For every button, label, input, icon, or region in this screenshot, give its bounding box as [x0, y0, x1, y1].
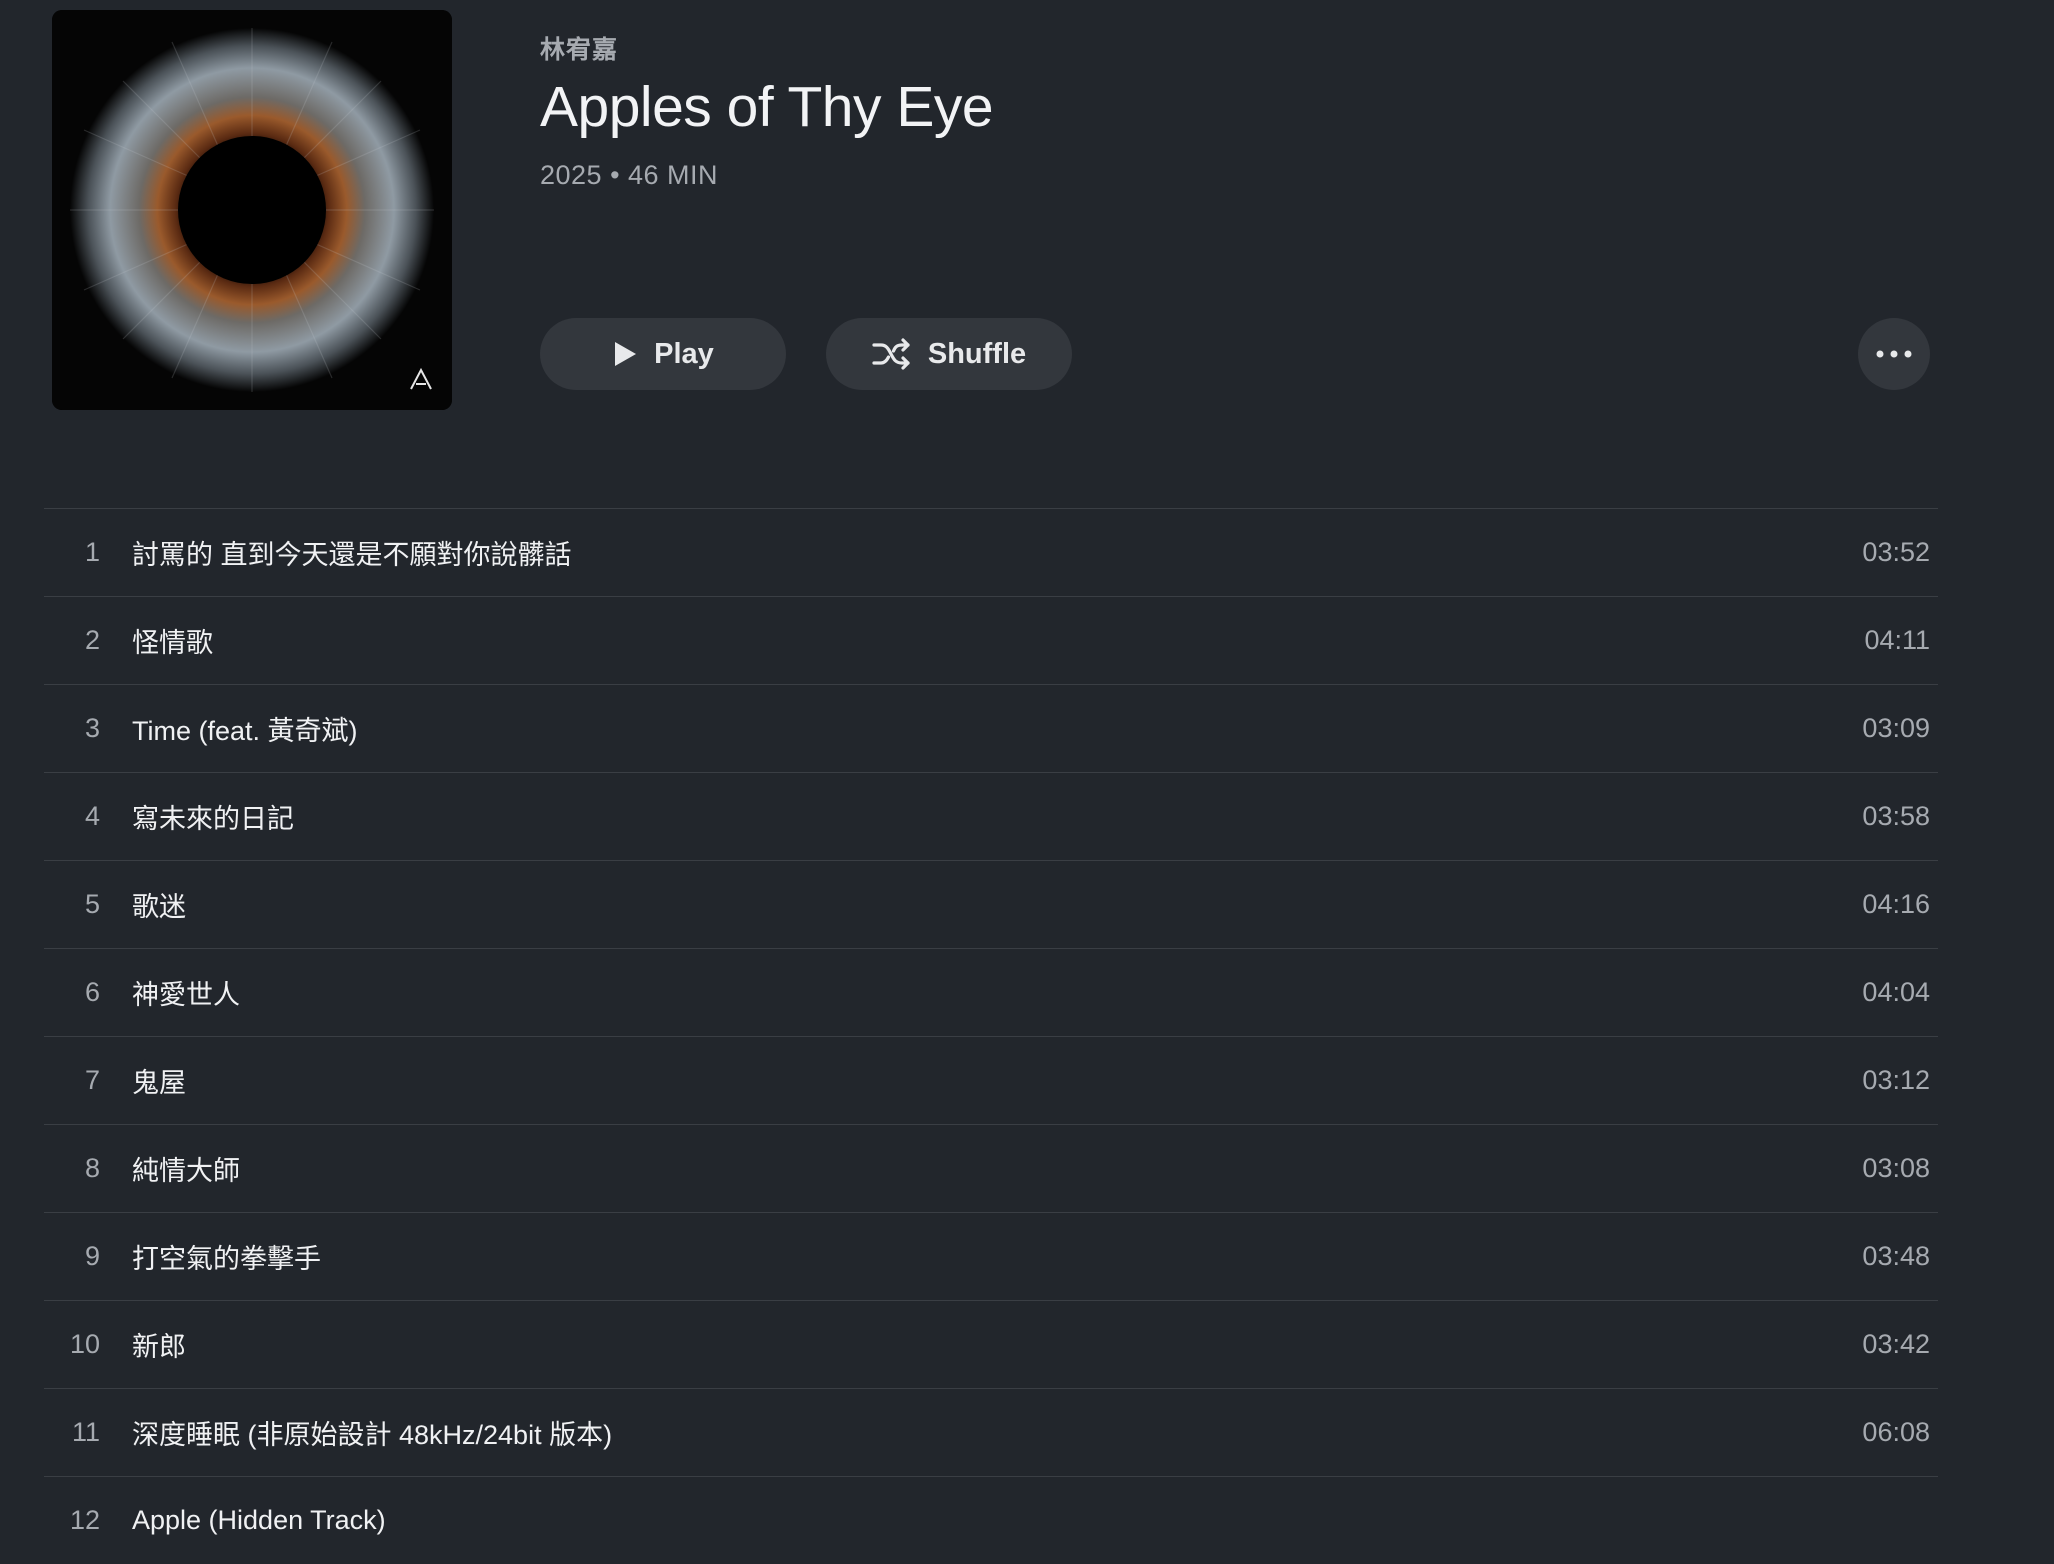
track-number: 5	[84, 889, 100, 919]
track-duration: 04:11	[1864, 625, 1930, 655]
track-title: Apple (Hidden Track)	[132, 1505, 386, 1535]
ellipsis-icon	[1876, 350, 1912, 358]
track-row[interactable]: 3 Time (feat. 黃奇斌) 03:09	[44, 685, 1938, 773]
track-title: 鬼屋	[132, 1068, 186, 1098]
track-row[interactable]: 1 討罵的 直到今天還是不願對你說髒話 03:52	[44, 509, 1938, 597]
track-duration: 03:42	[1862, 1329, 1930, 1359]
track-duration: 03:52	[1862, 537, 1930, 567]
track-duration: 06:08	[1862, 1417, 1930, 1447]
track-number: 8	[84, 1153, 100, 1183]
shuffle-button[interactable]: Shuffle	[826, 318, 1072, 390]
shuffle-button-label: Shuffle	[927, 337, 1027, 370]
play-button[interactable]: Play	[540, 318, 786, 390]
track-number: 6	[84, 977, 100, 1007]
more-options-button[interactable]	[1858, 318, 1930, 390]
track-number: 1	[84, 537, 100, 567]
track-duration: 03:58	[1862, 801, 1930, 831]
track-number: 11	[71, 1417, 100, 1447]
track-row[interactable]: 4 寫未來的日記 03:58	[44, 773, 1938, 861]
track-number: 10	[69, 1329, 100, 1359]
track-number: 7	[84, 1065, 100, 1095]
track-row[interactable]: 12 Apple (Hidden Track)	[44, 1477, 1938, 1564]
track-title: 打空氣的拳擊手	[132, 1244, 321, 1274]
track-number: 2	[84, 625, 100, 655]
track-row[interactable]: 11 深度睡眠 (非原始設計 48kHz/24bit 版本) 06:08	[44, 1389, 1938, 1477]
track-number: 12	[69, 1505, 100, 1535]
track-row[interactable]: 9 打空氣的拳擊手 03:48	[44, 1213, 1938, 1301]
track-title: 討罵的 直到今天還是不願對你說髒話	[132, 540, 572, 570]
track-title: 寫未來的日記	[132, 804, 294, 834]
track-title: 深度睡眠 (非原始設計 48kHz/24bit 版本)	[132, 1420, 613, 1450]
track-title: 純情大師	[132, 1156, 240, 1186]
shuffle-icon	[872, 338, 910, 370]
artist-name[interactable]: 林宥嘉	[540, 30, 618, 66]
album-meta: 2025 • 46 MIN	[540, 160, 719, 190]
track-duration: 03:08	[1862, 1153, 1930, 1183]
play-icon	[615, 342, 637, 366]
track-title: 新郎	[132, 1332, 186, 1362]
track-title: Time (feat. 黃奇斌)	[132, 716, 358, 746]
track-duration: 04:16	[1862, 889, 1930, 919]
track-title: 歌迷	[132, 892, 186, 922]
track-row[interactable]: 2 怪情歌 04:11	[44, 597, 1938, 685]
track-row[interactable]: 5 歌迷 04:16	[44, 861, 1938, 949]
album-title: Apples of Thy Eye	[540, 75, 994, 139]
album-cover[interactable]	[52, 10, 452, 410]
album-cover-art	[52, 10, 452, 410]
track-number: 9	[84, 1241, 100, 1271]
track-duration: 04:04	[1862, 977, 1930, 1007]
track-list: 1 討罵的 直到今天還是不願對你說髒話 03:52 2 怪情歌 04:11 3 …	[44, 508, 1938, 1564]
track-duration: 03:48	[1862, 1241, 1930, 1271]
track-number: 4	[84, 801, 100, 831]
track-title: 神愛世人	[132, 980, 240, 1010]
track-row[interactable]: 10 新郎 03:42	[44, 1301, 1938, 1389]
track-duration: 03:12	[1862, 1065, 1930, 1095]
track-row[interactable]: 8 純情大師 03:08	[44, 1125, 1938, 1213]
track-title: 怪情歌	[132, 628, 213, 658]
track-row[interactable]: 6 神愛世人 04:04	[44, 949, 1938, 1037]
play-button-label: Play	[654, 337, 714, 370]
lambda-logo-icon	[410, 367, 432, 390]
track-duration: 03:09	[1862, 713, 1930, 743]
track-number: 3	[84, 713, 100, 743]
track-row[interactable]: 7 鬼屋 03:12	[44, 1037, 1938, 1125]
